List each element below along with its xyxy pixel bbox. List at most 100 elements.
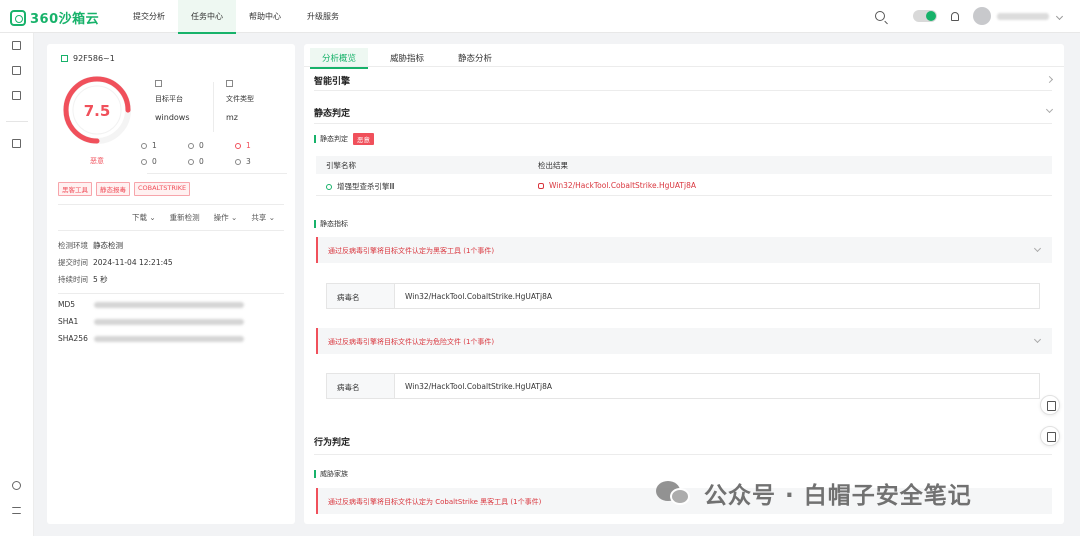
tag-static-av[interactable]: 静态报毒 — [96, 182, 130, 196]
sha256-row: SHA256 — [58, 334, 244, 343]
doc-icon — [141, 158, 147, 165]
static-indicator-text: 静态指标 — [320, 220, 348, 228]
bug-icon — [538, 182, 544, 189]
engine-table-header: 引擎名称 检出结果 — [316, 156, 1052, 174]
stat-6: 3 — [235, 157, 251, 166]
duration-row: 持续时间 5 秒 — [58, 274, 108, 285]
task-list-icon[interactable] — [12, 66, 21, 75]
chevron-right-icon[interactable] — [1045, 75, 1054, 84]
left-rail — [0, 33, 34, 536]
stat-value: 3 — [246, 157, 251, 166]
watermark-text: 公众号 · 白帽子安全笔记 — [704, 483, 972, 509]
nav-help-center[interactable]: 帮助中心 — [236, 0, 294, 33]
virus-name-key: 病毒名 — [327, 284, 395, 308]
filetype-value: mz — [226, 113, 238, 122]
chevron-down-icon[interactable] — [1033, 244, 1042, 253]
share-icon — [188, 158, 194, 165]
share-button[interactable]: 共享 ⌄ — [251, 212, 275, 223]
filetype-label: 文件类型 — [226, 95, 254, 103]
static-section-title[interactable]: 静态判定 — [314, 106, 350, 119]
divider — [314, 90, 1052, 91]
settings-icon[interactable] — [12, 481, 21, 490]
chevron-down-icon[interactable] — [1033, 335, 1042, 344]
event-text: 通过反病毒引擎将目标文件认定为 CobaltStrike 黑客工具 (1个事件) — [328, 498, 542, 506]
task-actions: 下载 ⌄ 重新检测 操作 ⌄ 共享 ⌄ — [132, 212, 289, 223]
search-icon[interactable] — [875, 11, 885, 21]
static-indicator-label: 静态指标 — [314, 219, 348, 229]
event-dangerous-file[interactable]: 通过反病毒引擎将目标文件认定为危险文件 (1个事件) — [316, 328, 1052, 354]
wechat-watermark: 公众号 · 白帽子安全笔记 — [656, 476, 972, 510]
nav-upgrade[interactable]: 升级服务 — [294, 0, 352, 33]
image-icon — [188, 142, 194, 149]
tab-static-analysis[interactable]: 静态分析 — [446, 48, 504, 68]
operate-button[interactable]: 操作 ⌄ — [214, 212, 238, 223]
bell-icon[interactable] — [951, 11, 959, 21]
menu-icon[interactable] — [12, 507, 21, 514]
sha1-value-blurred — [94, 318, 244, 325]
theme-toggle[interactable] — [913, 10, 937, 22]
download-button[interactable]: 下载 ⌄ — [132, 212, 156, 223]
behavior-section-title[interactable]: 行为判定 — [314, 435, 350, 448]
submit-icon[interactable] — [12, 41, 21, 50]
event-text: 通过反病毒引擎将目标文件认定为危险文件 (1个事件) — [328, 338, 495, 346]
threat-family-label: 威胁家族 — [314, 469, 348, 479]
headset-icon[interactable] — [1040, 426, 1060, 446]
tag-hacktool[interactable]: 黑客工具 — [58, 182, 92, 196]
logo-text: 360沙箱云 — [30, 12, 100, 27]
env-label: 检测环境 — [58, 241, 88, 250]
top-right-tools — [875, 7, 1064, 25]
layers-icon — [235, 158, 241, 165]
username-blurred[interactable] — [997, 12, 1049, 20]
analysis-panel: 分析概览 威胁指标 静态分析 智能引擎 静态判定 静态判定 恶意 引擎名称 检出… — [304, 44, 1064, 524]
stat-5: 0 — [188, 157, 204, 166]
sha1-row: SHA1 — [58, 317, 244, 326]
virus-name-value: Win32/HackTool.CobaltStrike.HgUATj8A — [405, 292, 552, 301]
divider — [58, 204, 284, 205]
monitor-icon[interactable] — [12, 139, 21, 148]
copy-icon[interactable] — [61, 55, 68, 62]
threat-family-text: 威胁家族 — [320, 470, 348, 478]
wechat-icon — [656, 478, 694, 508]
nav-submit-analysis[interactable]: 提交分析 — [120, 0, 178, 33]
sha1-label: SHA1 — [58, 317, 79, 326]
chevron-down-icon[interactable] — [1055, 12, 1064, 20]
md5-row: MD5 — [58, 300, 244, 309]
recheck-button[interactable]: 重新检测 — [170, 212, 200, 223]
divider — [314, 454, 1052, 455]
avatar[interactable] — [973, 7, 991, 25]
duration-value: 5 秒 — [93, 275, 108, 284]
tag-list: 黑客工具 静态报毒 COBALTSTRIKE — [58, 182, 194, 196]
static-verdict-text: 静态判定 — [320, 135, 348, 143]
platform-block: 目标平台 windows — [155, 80, 215, 122]
virus-name-value: Win32/HackTool.CobaltStrike.HgUATj8A — [405, 382, 552, 391]
task-id-text: 92F586~1 — [73, 54, 115, 63]
tag-cobaltstrike[interactable]: COBALTSTRIKE — [134, 182, 191, 196]
engine-section-title[interactable]: 智能引擎 — [314, 74, 350, 87]
platform-value: windows — [155, 113, 190, 122]
nav-task-center[interactable]: 任务中心 — [178, 0, 236, 34]
filetype-block: 文件类型 mz — [226, 80, 286, 122]
divider — [58, 230, 284, 231]
stat-value: 0 — [199, 141, 204, 150]
clock-icon — [141, 142, 147, 149]
divider — [314, 123, 1052, 124]
event-text: 通过反病毒引擎将目标文件认定为黑客工具 (1个事件) — [328, 247, 495, 255]
table-row: 增强型查杀引擎Ⅲ Win32/HackTool.CobaltStrike.HgU… — [316, 176, 1052, 196]
threat-score: 7.5 — [83, 102, 111, 120]
md5-label: MD5 — [58, 300, 76, 309]
stat-2: 0 — [188, 141, 204, 150]
tab-threat-indicators[interactable]: 威胁指标 — [378, 48, 436, 68]
sha256-label: SHA256 — [58, 334, 88, 343]
event-hacktool[interactable]: 通过反病毒引擎将目标文件认定为黑客工具 (1个事件) — [316, 237, 1052, 263]
logo[interactable]: 360沙箱云 — [10, 8, 99, 27]
platform-label: 目标平台 — [155, 95, 183, 103]
env-value: 静态检测 — [93, 241, 123, 250]
report-icon[interactable] — [12, 91, 21, 100]
stats-divider — [147, 173, 287, 174]
chevron-down-icon[interactable] — [1045, 105, 1054, 114]
virus-name-key: 病毒名 — [327, 374, 395, 398]
report-download-icon[interactable] — [1040, 395, 1060, 415]
detection-result: Win32/HackTool.CobaltStrike.HgUATj8A — [549, 181, 696, 190]
tab-overview[interactable]: 分析概览 — [310, 48, 369, 69]
task-id: 92F586~1 — [61, 54, 115, 63]
